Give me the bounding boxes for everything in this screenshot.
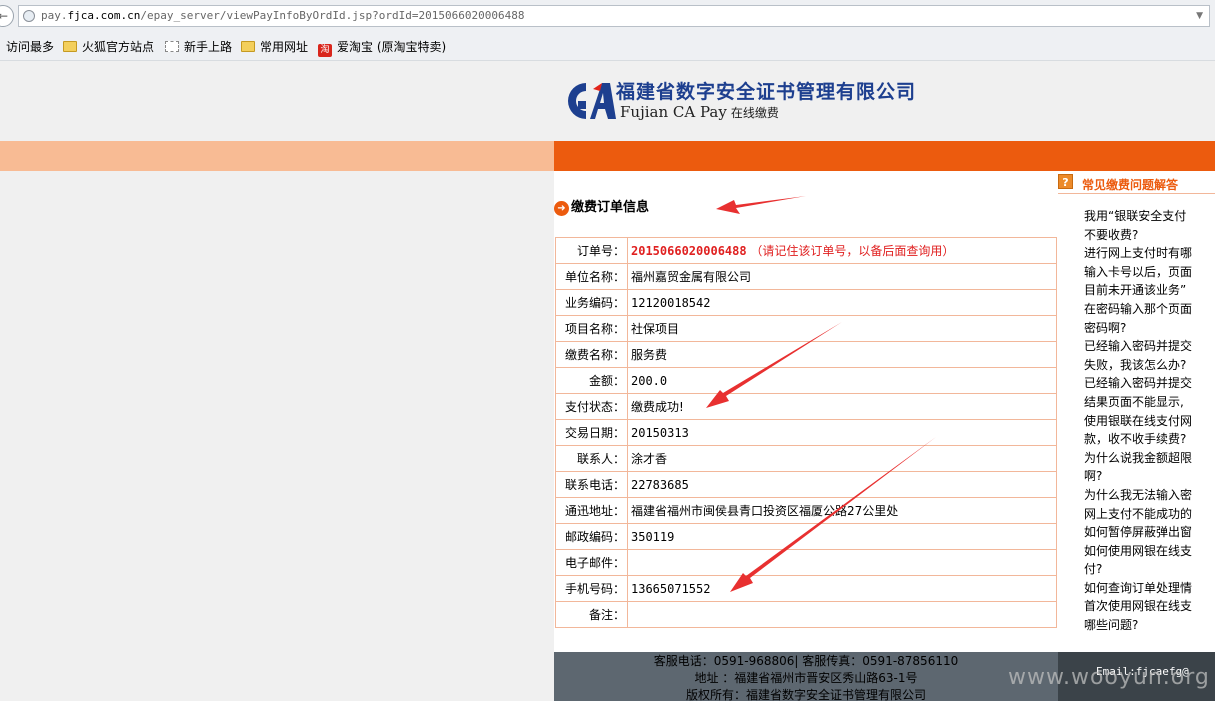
annotation-arrows — [706, 196, 936, 592]
annotation-arrow-icon — [730, 437, 936, 592]
annotation-arrow-icon — [716, 196, 806, 214]
annotation-arrow-icon — [706, 322, 842, 408]
